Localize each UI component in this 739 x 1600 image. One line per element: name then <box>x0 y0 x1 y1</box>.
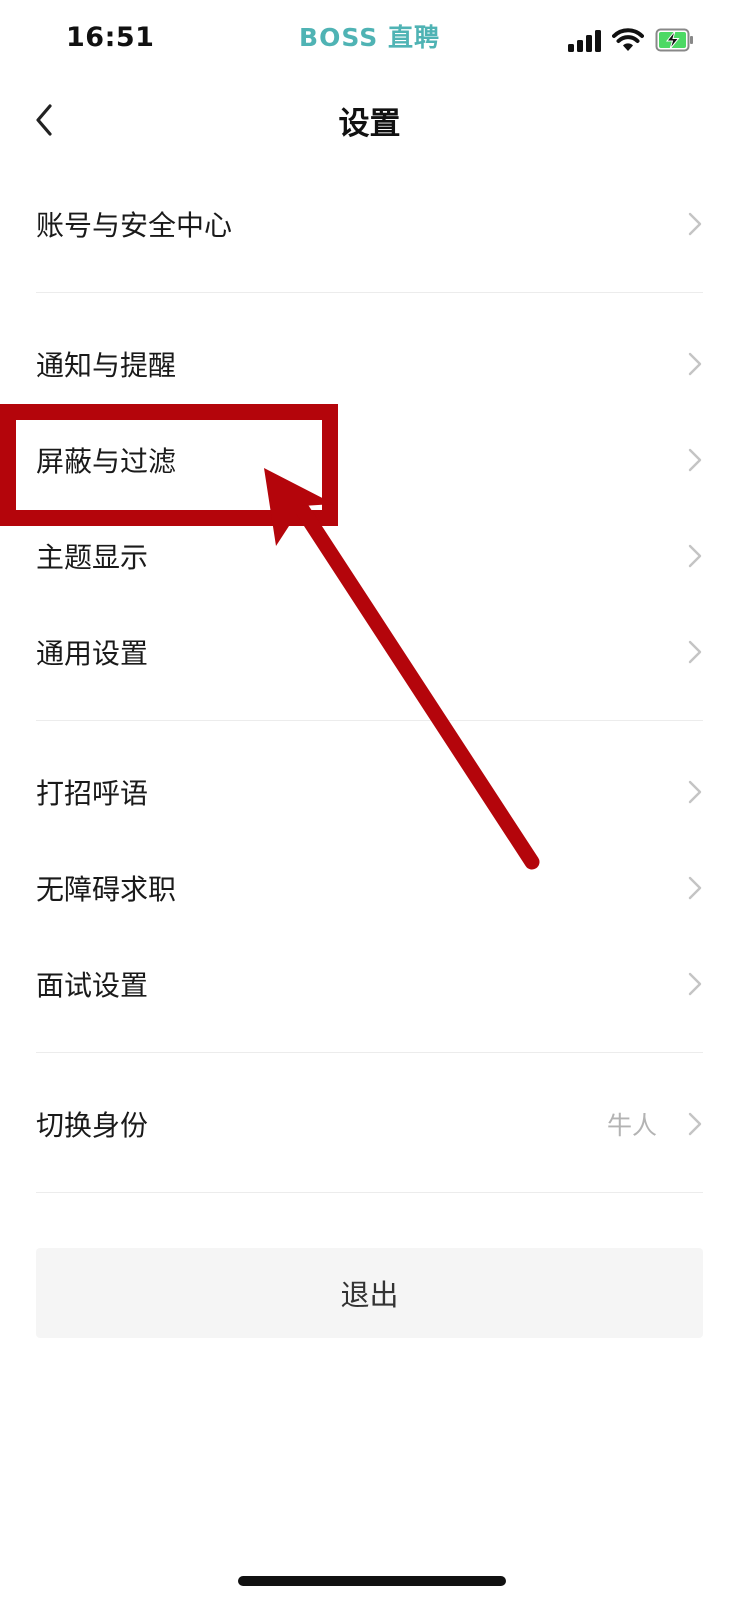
home-indicator <box>238 1576 506 1586</box>
annotation-arrow-icon <box>264 468 540 870</box>
